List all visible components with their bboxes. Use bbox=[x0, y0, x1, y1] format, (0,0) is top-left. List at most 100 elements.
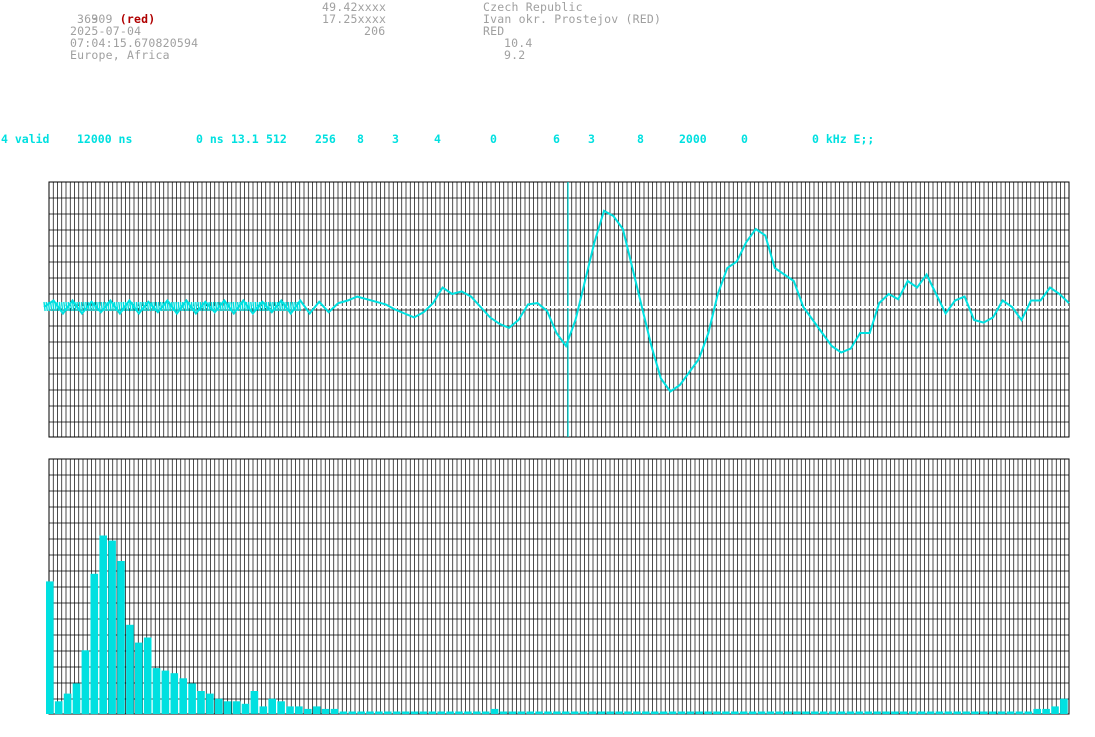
spectrum-bar bbox=[312, 706, 321, 714]
spectrum-bar bbox=[392, 711, 401, 715]
spectrum-bar bbox=[811, 711, 819, 715]
spectrum-bar bbox=[259, 706, 268, 714]
spectrum-bar bbox=[526, 711, 534, 715]
spectrum-bar bbox=[437, 711, 445, 715]
spectrum-bar bbox=[846, 711, 855, 715]
spectrum-bar bbox=[135, 642, 143, 714]
spectrum-bar bbox=[428, 711, 437, 715]
spectrum-bar bbox=[99, 535, 107, 714]
spectrum-bar bbox=[1042, 708, 1050, 714]
spectrum-bar bbox=[793, 711, 801, 715]
spectrum-bar bbox=[108, 540, 116, 714]
spectrum-bar bbox=[739, 711, 748, 715]
spectrum-bar bbox=[864, 711, 872, 715]
spectrum-bar bbox=[286, 706, 294, 714]
spectrum-bar bbox=[490, 708, 499, 714]
spectrum-bar bbox=[988, 711, 997, 715]
spectrum-bar bbox=[446, 711, 454, 715]
spectrum-bar bbox=[473, 711, 481, 715]
spectrum-bars bbox=[46, 535, 1068, 715]
spectrum-bar bbox=[873, 711, 881, 715]
spectrum-bar bbox=[731, 711, 739, 715]
spectrum-bar bbox=[1024, 711, 1033, 715]
spectrum-bar bbox=[855, 711, 864, 715]
spectrum-bar bbox=[384, 711, 392, 715]
spectrum-bar bbox=[668, 711, 677, 715]
spectrum-bar bbox=[677, 711, 686, 715]
spectrum-bar bbox=[624, 711, 632, 715]
spectrum-bar bbox=[81, 650, 90, 715]
spectrum-bar bbox=[304, 708, 312, 714]
spectrum-bar bbox=[143, 637, 152, 714]
spectrum-bar bbox=[117, 561, 125, 714]
spectrum-bar bbox=[161, 670, 170, 714]
spectrum-bar bbox=[606, 711, 614, 715]
spectrum-bar bbox=[46, 581, 54, 714]
spectrum-bar bbox=[704, 711, 712, 715]
spectrum-bar bbox=[295, 706, 303, 714]
spectrum-bar bbox=[223, 701, 232, 715]
spectrum-bar bbox=[348, 711, 357, 715]
waveform-grid bbox=[48, 181, 1070, 438]
spectrum-bar bbox=[597, 711, 606, 715]
spectrum-bar bbox=[686, 711, 695, 715]
spectrum-bar bbox=[188, 683, 196, 714]
spectrum-bar bbox=[508, 711, 517, 715]
spectrum-bar bbox=[126, 624, 134, 715]
spectrum-bar bbox=[330, 708, 339, 714]
spectrum-bar bbox=[375, 711, 383, 715]
spectrum-bar bbox=[561, 711, 570, 715]
spectrum-bar bbox=[837, 711, 846, 715]
spectrum-bar bbox=[90, 573, 99, 715]
spectrum-bar bbox=[695, 711, 703, 715]
spectrum-bar bbox=[819, 711, 828, 715]
spectrum-bar bbox=[63, 693, 72, 714]
spectrum-bar bbox=[588, 711, 597, 715]
spectrum-bar bbox=[615, 711, 623, 715]
spectrum-bar bbox=[553, 711, 561, 715]
spectrum-bar bbox=[713, 711, 721, 715]
spectrum-bar bbox=[544, 711, 552, 715]
spectrum-bar bbox=[997, 711, 1006, 715]
spectrum-bar bbox=[802, 711, 810, 715]
spectrum-bar bbox=[882, 711, 890, 715]
spectrum-bar bbox=[410, 711, 419, 715]
spectrum-bar bbox=[953, 711, 961, 715]
spectrum-bar bbox=[499, 711, 508, 715]
spectrum-bar bbox=[828, 711, 837, 715]
spectrum-bar bbox=[1033, 708, 1041, 714]
spectrum-bar bbox=[366, 711, 374, 715]
spectrum-bar bbox=[766, 711, 775, 715]
spectrum-bar bbox=[277, 701, 285, 715]
waveform-noise-segment bbox=[45, 301, 48, 312]
spectrum-bar bbox=[900, 711, 908, 715]
spectrum-grid bbox=[48, 458, 1070, 715]
spectrum-bar bbox=[891, 711, 899, 715]
spectrum-bar bbox=[152, 668, 161, 714]
spectrum-bar bbox=[215, 698, 223, 714]
spectrum-bar bbox=[517, 711, 526, 715]
spectrum-bar bbox=[775, 711, 783, 715]
spectrum-bar bbox=[321, 708, 330, 714]
spectrum-bar bbox=[232, 701, 241, 715]
spectrum-bar bbox=[659, 711, 668, 715]
spectrum-bar bbox=[962, 711, 970, 715]
spectrum-bar bbox=[241, 703, 250, 714]
spectrum-bar bbox=[54, 701, 63, 715]
spectrum-bar bbox=[339, 711, 348, 715]
spectrum-bar bbox=[642, 711, 650, 715]
spectrum-bar bbox=[633, 711, 641, 715]
spectrum-bar bbox=[464, 711, 472, 715]
spectrum-bar bbox=[944, 711, 953, 715]
spectrum-bar bbox=[784, 711, 792, 715]
spectrum-bar bbox=[971, 711, 979, 715]
spectrum-bar bbox=[419, 711, 428, 715]
spectrum-bar bbox=[455, 711, 463, 715]
spectrum-bar bbox=[1060, 698, 1068, 714]
spectrum-bar bbox=[1006, 711, 1015, 715]
spectrum-bar bbox=[579, 711, 588, 715]
spectrum-bar bbox=[179, 678, 187, 714]
spectrum-bar bbox=[570, 711, 579, 715]
spectrum-bar bbox=[908, 711, 917, 715]
spectrum-bar bbox=[980, 711, 988, 715]
